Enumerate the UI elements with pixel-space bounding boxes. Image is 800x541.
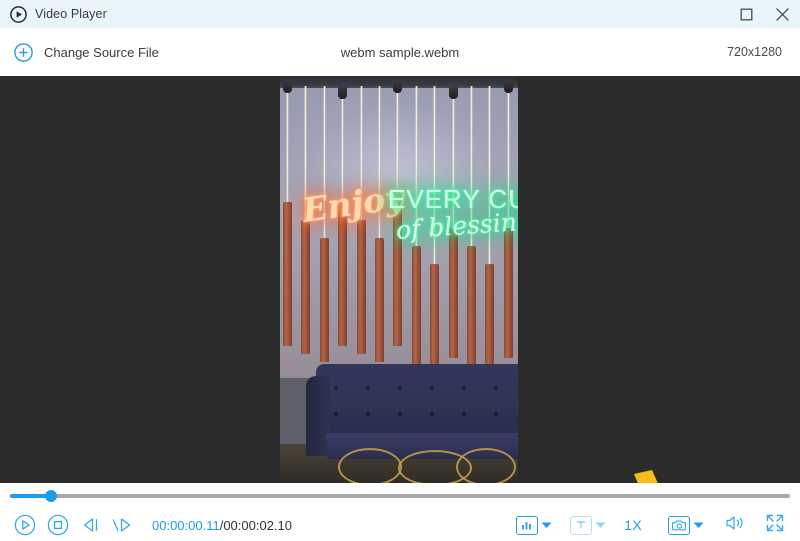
- next-frame-icon: [113, 516, 135, 534]
- sofa-tuft: [494, 412, 498, 416]
- stop-icon: [47, 514, 69, 536]
- previous-frame-button[interactable]: [74, 509, 107, 541]
- snapshot-button[interactable]: [668, 516, 704, 535]
- volume-icon: [724, 514, 746, 537]
- video-frame: Enjoy EVERY CUP of blessing: [280, 76, 518, 483]
- play-circle-icon: [10, 6, 27, 23]
- rod-tip: [338, 202, 347, 346]
- rod: [452, 86, 455, 232]
- play-icon: [14, 514, 36, 536]
- title-bar-left: Video Player: [0, 6, 107, 23]
- subtitle-button[interactable]: [570, 516, 606, 535]
- rod: [341, 86, 344, 206]
- ceiling-lamp: [338, 86, 347, 99]
- rod: [286, 86, 289, 206]
- table-leg: [338, 448, 402, 483]
- rod-tip: [320, 238, 329, 362]
- current-time: 00:00:00.11: [152, 518, 220, 533]
- secondary-controls: 1X: [516, 513, 800, 537]
- fullscreen-icon: [765, 513, 785, 538]
- progress-track[interactable]: [10, 494, 790, 498]
- rod: [304, 86, 307, 224]
- video-stage[interactable]: Enjoy EVERY CUP of blessing: [0, 76, 800, 483]
- fullscreen-button[interactable]: [762, 513, 788, 537]
- transport-controls: 00:00:00.11/00:00:02.10: [0, 509, 292, 541]
- maximize-button[interactable]: [728, 0, 764, 28]
- rod: [433, 86, 436, 268]
- hanging-rods: [280, 86, 518, 406]
- progress-handle[interactable]: [45, 490, 57, 502]
- rod-tip: [375, 238, 384, 362]
- audio-track-button[interactable]: [516, 516, 552, 535]
- rod-tip: [412, 246, 421, 366]
- rod-tip: [283, 202, 292, 346]
- sofa-tuft: [366, 412, 370, 416]
- rod: [488, 86, 491, 268]
- close-button[interactable]: [764, 0, 800, 28]
- ceiling-lamp: [449, 86, 458, 99]
- volume-button[interactable]: [722, 513, 748, 537]
- stop-button[interactable]: [41, 509, 74, 541]
- playback-speed-button[interactable]: 1X: [624, 517, 642, 533]
- rod-tip: [393, 202, 402, 346]
- sofa-tuft: [494, 386, 498, 390]
- close-icon: [775, 7, 790, 22]
- rod: [470, 86, 473, 250]
- video-player-window: Video Player: [0, 0, 800, 541]
- title-bar: Video Player: [0, 0, 800, 28]
- play-button[interactable]: [8, 509, 41, 541]
- maximize-icon: [740, 8, 753, 21]
- sofa-tuft: [334, 386, 338, 390]
- sofa-tuft: [398, 386, 402, 390]
- rod-tip: [430, 264, 439, 374]
- rod: [415, 86, 418, 250]
- rod: [507, 86, 510, 232]
- rod-tip: [357, 220, 366, 354]
- next-frame-button[interactable]: [107, 509, 140, 541]
- table-leg: [456, 448, 516, 483]
- sofa-tuft: [334, 412, 338, 416]
- previous-frame-icon: [80, 516, 102, 534]
- ceiling-lamp: [504, 80, 513, 93]
- chevron-down-icon[interactable]: [595, 521, 606, 529]
- rod-tip: [485, 264, 494, 374]
- camera-snapshot-icon: [668, 516, 690, 535]
- rod-tip: [467, 246, 476, 366]
- sofa-tuft: [462, 386, 466, 390]
- resolution-label: 720x1280: [727, 45, 782, 59]
- sofa-tuft: [430, 386, 434, 390]
- source-toolbar: Change Source File webm sample.webm 720x…: [0, 28, 800, 77]
- ceiling-lamp: [393, 80, 402, 93]
- subtitle-text-icon: [570, 516, 592, 535]
- total-time: /00:00:02.10: [220, 518, 292, 533]
- timecode: 00:00:00.11/00:00:02.10: [152, 518, 292, 533]
- chevron-down-icon[interactable]: [541, 521, 552, 529]
- sofa-tuft: [430, 412, 434, 416]
- rod: [378, 86, 381, 242]
- rod-tip: [301, 220, 310, 354]
- audio-track-icon: [516, 516, 538, 535]
- rod-tip: [449, 228, 458, 358]
- sofa-tuft: [366, 386, 370, 390]
- ceiling-lamp: [283, 80, 292, 93]
- player-controls: 00:00:00.11/00:00:02.10: [0, 483, 800, 541]
- plus-circle-icon: [14, 43, 33, 62]
- rod: [360, 86, 363, 224]
- window-title: Video Player: [35, 7, 107, 21]
- change-source-file-button[interactable]: Change Source File: [0, 43, 159, 62]
- progress-row: [0, 483, 800, 509]
- rod-tip: [504, 228, 513, 358]
- buttons-row: 00:00:00.11/00:00:02.10: [0, 509, 800, 541]
- down-right-arrow-annotation: [626, 468, 712, 483]
- rod: [396, 86, 399, 206]
- sofa-tuft: [398, 412, 402, 416]
- chevron-down-icon[interactable]: [693, 521, 704, 529]
- sofa-tuft: [462, 412, 466, 416]
- change-source-file-label: Change Source File: [44, 45, 159, 60]
- rod: [323, 86, 326, 242]
- sofa-backrest: [316, 364, 518, 444]
